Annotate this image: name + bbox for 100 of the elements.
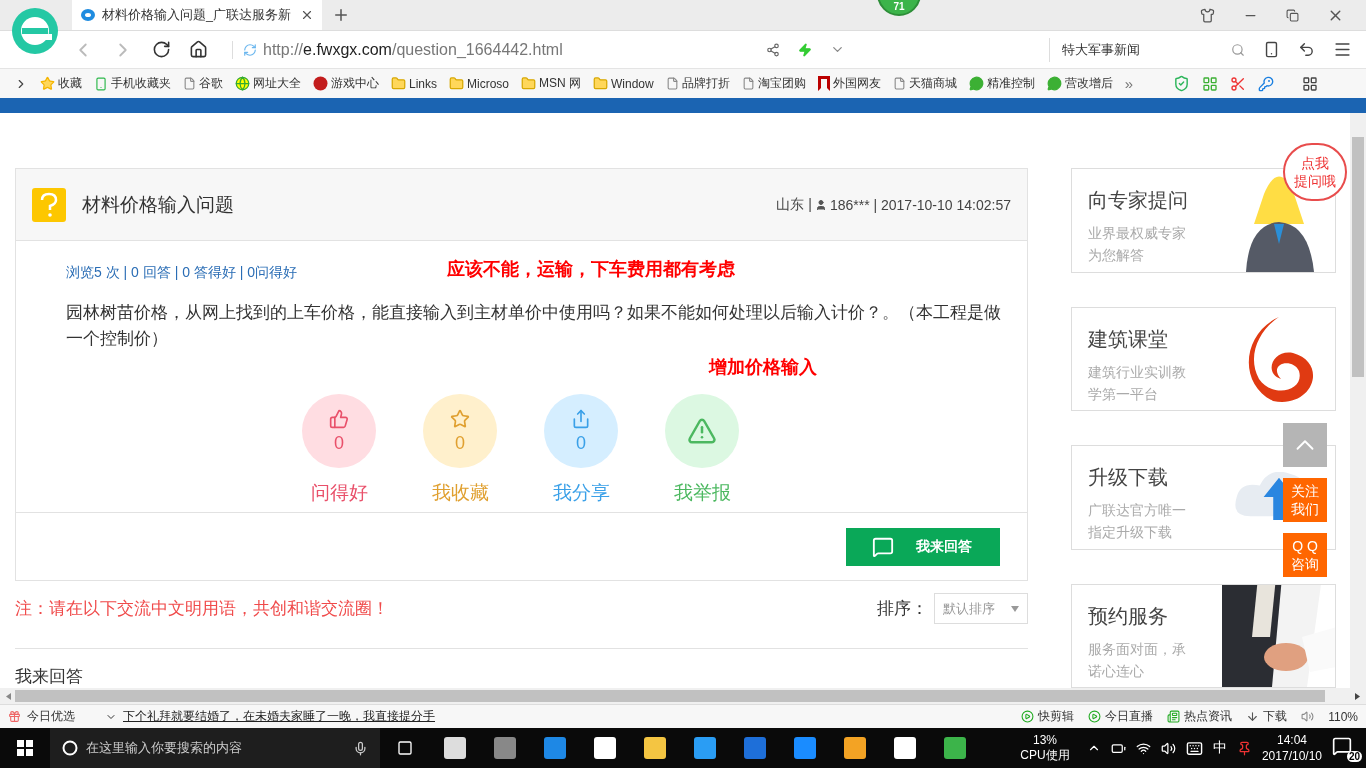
promo-title: 建筑课堂 — [1088, 326, 1169, 352]
author-date-text: 186*** | 2017-10-10 14:02:57 — [829, 196, 1011, 213]
bookmark-item[interactable]: 外国网友 — [817, 75, 881, 92]
share-icon — [571, 408, 591, 429]
status-item[interactable]: 下载 — [1246, 708, 1288, 725]
cortana-icon — [62, 740, 78, 756]
section-heading: 我来回答 — [15, 666, 84, 688]
promo-card[interactable]: 建筑课堂 建筑行业实训教学第一平台 — [1071, 306, 1336, 411]
folder-icon — [449, 76, 464, 91]
restore-icon[interactable] — [1286, 8, 1299, 22]
wifi-icon[interactable] — [1135, 740, 1151, 756]
share-icon[interactable] — [766, 42, 781, 57]
close-tab-icon[interactable] — [300, 8, 314, 22]
status-item[interactable]: 热点资讯 — [1167, 708, 1233, 725]
globe-icon — [235, 76, 250, 91]
clock[interactable]: 14:04 2017/10/10 — [1261, 732, 1322, 764]
browser-tab[interactable]: 材料价格输入问题_广联达服务新 — [72, 0, 322, 30]
more-bookmarks[interactable]: » — [1124, 75, 1134, 92]
zoom-level[interactable]: 110% — [1328, 709, 1358, 724]
annotation-text: 增加价格输入 — [709, 355, 817, 379]
bookmark-item[interactable]: 手机收藏夹 — [94, 75, 171, 92]
chat-icon — [872, 535, 894, 558]
apps-icon[interactable] — [1302, 75, 1319, 92]
scrollbar-thumb[interactable] — [1352, 137, 1364, 377]
bookmark-item[interactable]: 谷歌 — [183, 75, 223, 92]
thumbs-up-icon — [329, 408, 349, 429]
annotation-text: 应该不能，运输，下车费用都有考虑 — [447, 257, 735, 281]
bookmark-item[interactable]: 精准控制 — [968, 75, 1035, 92]
cpu-label: CPU使用 — [1020, 748, 1070, 763]
cpu-value: 13% — [1033, 733, 1057, 748]
notice-text: 注：请在以下交流中文明用语，共创和谐交流圈！ — [15, 598, 389, 620]
play-icon — [1088, 710, 1102, 723]
action-label[interactable]: 问得好 — [310, 480, 368, 506]
scissors-icon[interactable] — [1230, 75, 1247, 92]
location-text: 山东 | — [776, 195, 812, 214]
volume-icon[interactable] — [1160, 740, 1176, 756]
home-icon[interactable] — [189, 40, 208, 59]
ime-indicator[interactable]: 中 — [1212, 739, 1227, 757]
page-icon — [892, 77, 906, 90]
promo-title: 向专家提问 — [1088, 188, 1189, 213]
keyboard-icon[interactable] — [1185, 739, 1203, 757]
scrollbar-thumb[interactable] — [15, 690, 1325, 702]
tab-title: 材料价格输入问题_广联达服务新 — [102, 6, 292, 24]
news-link[interactable]: 下个礼拜就要结婚了，在未婚夫家睡了一晚，我直接提分手 — [123, 708, 435, 725]
promo-card[interactable]: 预约服务 服务面对面，承诺心连心 — [1071, 583, 1336, 688]
phone-icon — [94, 76, 108, 91]
taskbar-search-field[interactable]: 在这里输入你要搜索的内容 — [50, 728, 380, 768]
bookmark-item[interactable]: 淘宝团购 — [741, 75, 806, 92]
promo-title: 升级下载 — [1088, 465, 1169, 490]
bookmark-item[interactable]: 天猫商城 — [892, 75, 957, 92]
key-icon[interactable] — [1258, 75, 1275, 92]
promo-subtitle: 广联达官方唯一指定升级下载 — [1088, 501, 1187, 542]
browser-icon — [80, 8, 96, 22]
bookmark-item[interactable]: 游戏中心 — [313, 75, 379, 92]
question-icon — [32, 187, 66, 222]
promo-subtitle: 服务面对面，承诺心连心 — [1088, 639, 1187, 681]
scroll-left-icon[interactable] — [6, 692, 11, 700]
promo-title: 预约服务 — [1088, 603, 1169, 629]
user-icon — [814, 198, 827, 211]
status-item[interactable]: 快剪辑 — [1021, 708, 1075, 725]
page-icon — [665, 77, 679, 90]
bookmark-item[interactable]: 营改增后 — [1046, 75, 1113, 92]
bookmark-item[interactable]: Microso — [449, 76, 510, 91]
news-icon — [1167, 710, 1181, 723]
bookmark-item[interactable]: Window — [593, 76, 654, 91]
vertical-scrollbar[interactable] — [1350, 113, 1366, 688]
question-body: 园林树苗价格，从网上找到的上车价格，能直接输入到主材单价中使用吗？如果不能如何处理以后输入计价？。（本工程是做一个控制价） — [66, 302, 1001, 350]
bookmark-item[interactable]: 收藏 — [40, 75, 82, 92]
bookmark-item[interactable]: 网址大全 — [235, 75, 301, 92]
tablet-icon[interactable] — [1263, 41, 1280, 58]
gift-icon — [8, 710, 21, 723]
menu-icon[interactable] — [1333, 40, 1352, 59]
refresh-icon[interactable] — [152, 40, 171, 59]
shirt-icon[interactable] — [1200, 7, 1215, 23]
caret-icon — [1011, 605, 1019, 612]
sort-label: 排序： — [877, 598, 928, 620]
question-title: 材料价格输入问题 — [82, 192, 234, 217]
scroll-right-icon[interactable] — [1355, 692, 1360, 700]
folder-icon — [593, 76, 609, 91]
promo-subtitle: 业界最权威专家为您解答 — [1088, 224, 1187, 265]
bookmark-item[interactable]: 品牌打折 — [665, 75, 730, 92]
search-icon — [1231, 42, 1245, 57]
stats-text: 浏览5 次 | 0 回答 | 0 答得好 | 0问得好 — [66, 264, 298, 282]
horizontal-scrollbar[interactable] — [0, 688, 1366, 704]
download-icon — [1246, 710, 1260, 723]
page-icon — [741, 77, 755, 90]
chat-icon — [1046, 76, 1062, 91]
bookmark-item[interactable]: MSN 网 — [521, 75, 582, 92]
search-field[interactable]: 特大军事新闻 — [1049, 37, 1245, 62]
loading-icon — [243, 42, 257, 57]
play-icon — [1021, 710, 1035, 723]
star-icon — [450, 408, 470, 429]
undo-icon[interactable] — [1298, 41, 1315, 58]
status-label[interactable]: 今日优选 — [27, 708, 75, 725]
folder-icon — [521, 76, 537, 91]
bookmark-item[interactable]: Links — [391, 76, 437, 91]
status-item[interactable]: 今日直播 — [1088, 708, 1154, 725]
speech-bubble[interactable]: 点我 提问哦 — [1283, 143, 1347, 201]
warning-icon — [687, 416, 717, 446]
flag-icon — [817, 76, 830, 91]
